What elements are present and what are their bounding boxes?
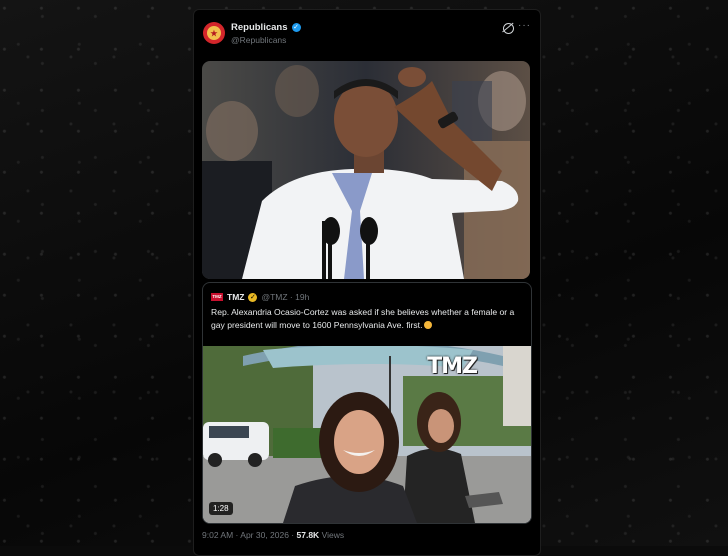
- speaker-at-podium-image: [202, 61, 530, 279]
- video-duration-badge: 1:28: [209, 502, 233, 515]
- tweet-card[interactable]: ★ Republicans ✓ @Republicans ··· TMZ TMZ…: [193, 9, 541, 556]
- quoted-author-name[interactable]: TMZ: [227, 292, 244, 302]
- more-icon[interactable]: ···: [518, 20, 531, 31]
- tweet-timestamp[interactable]: 9:02 AM · Apr 30, 2026 ·: [202, 530, 297, 540]
- quoted-author-handle-time[interactable]: @TMZ · 19h: [261, 292, 309, 302]
- thinking-emoji-icon: [424, 320, 433, 329]
- views-label: Views: [319, 530, 345, 540]
- quoted-tweet-header: TMZ TMZ ✓ @TMZ · 19h: [211, 292, 309, 302]
- author-name-row: Republicans ✓: [231, 22, 301, 33]
- outdoor-interview-image: [203, 346, 531, 523]
- verified-badge-icon: ✓: [291, 23, 301, 32]
- tweet-header: ★ Republicans ✓ @Republicans ···: [194, 10, 540, 60]
- author-display-name[interactable]: Republicans: [231, 22, 288, 33]
- gold-verified-badge-icon: ✓: [248, 292, 258, 302]
- party-logo-icon: ★: [207, 26, 221, 40]
- views-count: 57.8K: [296, 530, 320, 540]
- quoted-tweet[interactable]: TMZ TMZ ✓ @TMZ · 19h Rep. Alexandria Oca…: [202, 282, 532, 524]
- tmz-avatar-icon[interactable]: TMZ: [211, 293, 223, 301]
- tweet-meta: 9:02 AM · Apr 30, 2026 · 57.8K Views: [202, 530, 344, 540]
- tmz-watermark: TMZ: [427, 354, 478, 379]
- quoted-tweet-body: Rep. Alexandria Ocasio-Cortez was asked …: [211, 307, 515, 330]
- author-handle[interactable]: @Republicans: [231, 35, 286, 45]
- avatar[interactable]: ★: [203, 22, 225, 44]
- post-image[interactable]: [202, 61, 530, 279]
- quoted-tweet-text: Rep. Alexandria Ocasio-Cortez was asked …: [211, 306, 523, 331]
- grok-icon[interactable]: [503, 23, 514, 34]
- video-thumbnail[interactable]: TMZ 1:28: [203, 346, 531, 523]
